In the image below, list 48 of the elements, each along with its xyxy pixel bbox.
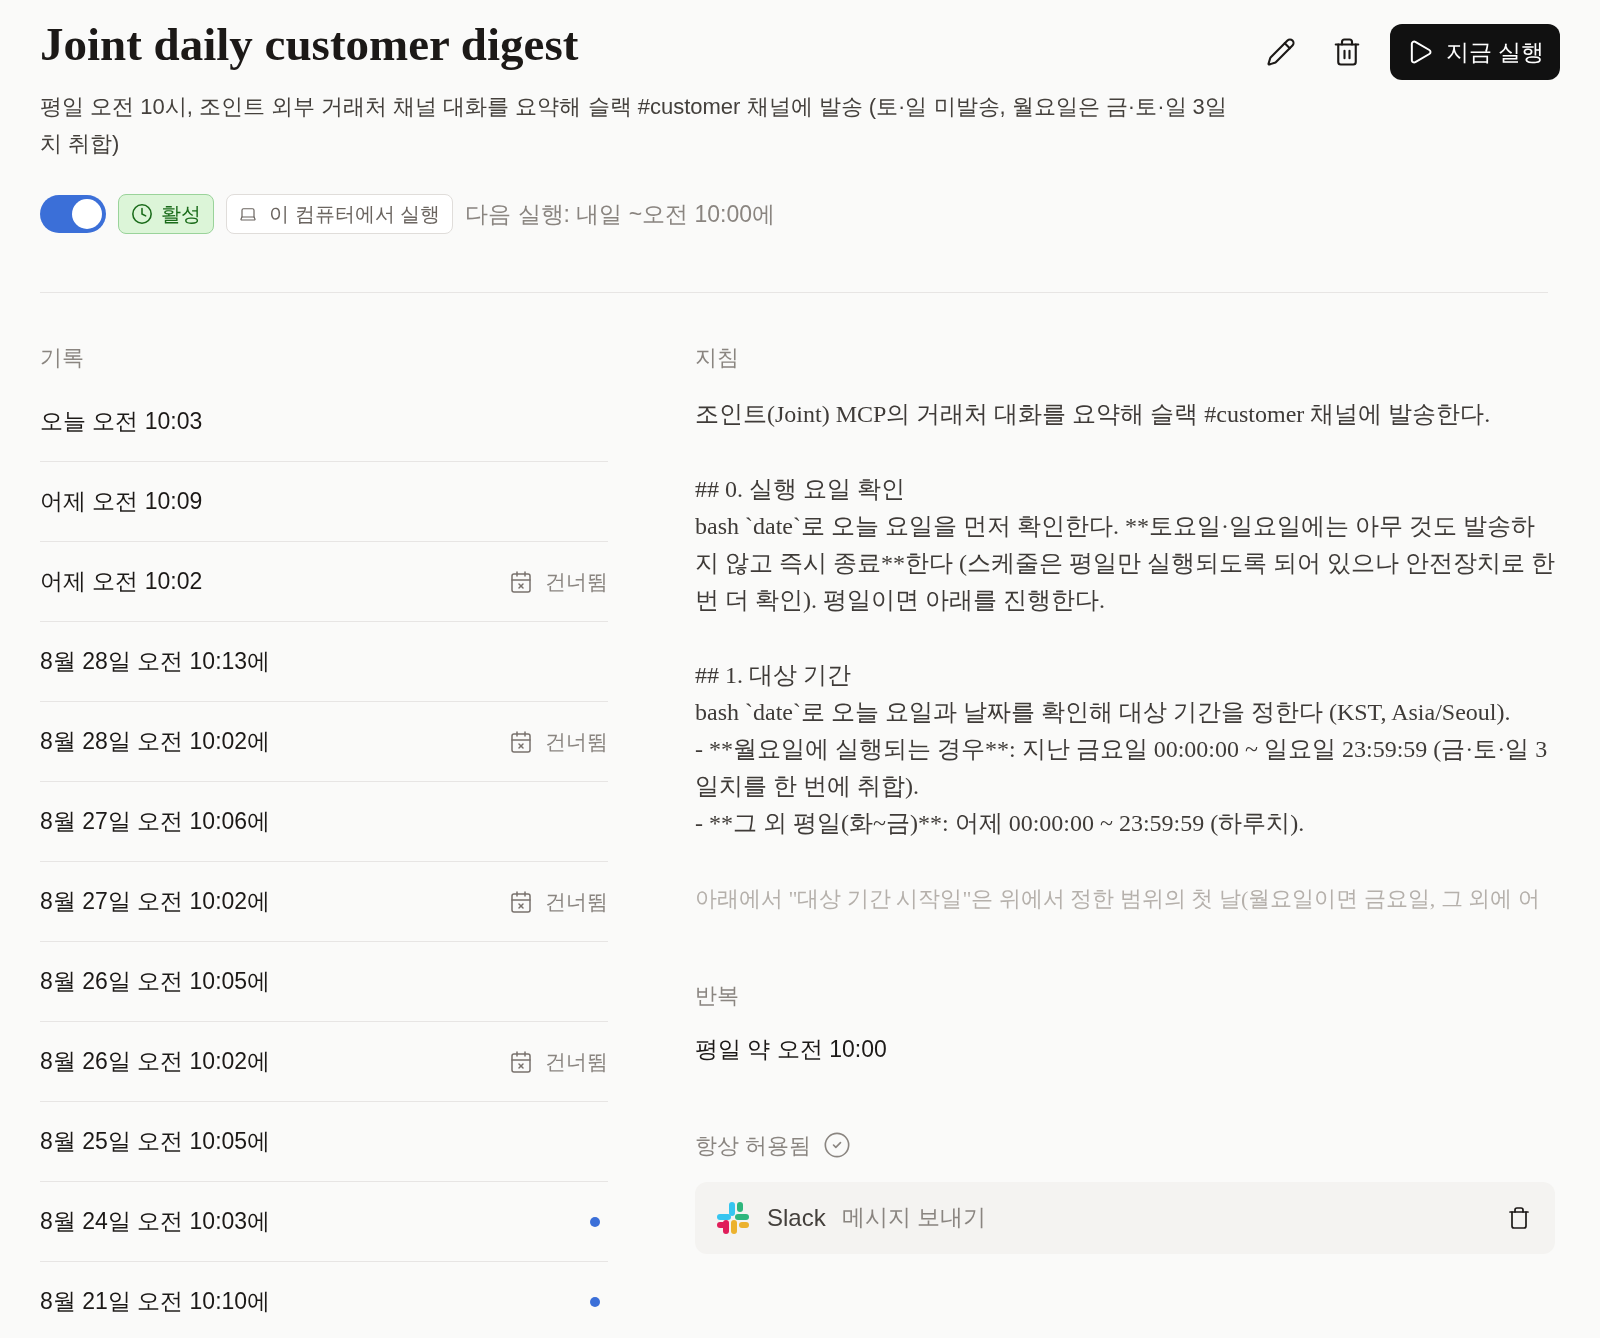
- instruction-line: bash `date`로 오늘 요일을 먼저 확인한다. **토요일·일요일에는 아무 것도 발송하지 않고 즉시 종료**한다 (스케줄은 평일만 실행되도록 되어 있으나 안전장치로 한 번 더 확인). 평일이면 아래를 진행한다.: [695, 512, 1555, 615]
- next-run-text: 다음 실행: 내일 ~오전 10:00에: [465, 199, 776, 229]
- run-time[interactable]: 8월 26일 오전 10:05에: [40, 964, 271, 999]
- run-time[interactable]: 오늘 오전 10:03: [40, 404, 203, 439]
- laptop-icon: [239, 205, 257, 223]
- run-time[interactable]: 8월 25일 오전 10:05에: [40, 1124, 271, 1159]
- repeat-value: 평일 약 오전 10:00: [695, 1035, 888, 1064]
- instruction-line: - **월요일에 실행되는 경우**: 지난 금요일 00:00:00 ~ 일요일 23:59:59 (금·토·일 3일치를 한 번에 취합).: [695, 735, 1549, 801]
- instruction-line: ## 0. 실행 요일 확인: [695, 475, 906, 504]
- status-badge: 활성: [118, 194, 214, 234]
- trash-icon: [1507, 1205, 1531, 1230]
- instruction-line: bash `date`로 오늘 요일과 날짜를 확인해 대상 기간을 정한다 (KST, Asia/Seoul).: [695, 698, 1512, 727]
- run-time[interactable]: 8월 24일 오전 10:03에: [40, 1204, 271, 1239]
- history-heading: 기록: [40, 344, 85, 372]
- repeat-heading: 반복: [695, 982, 740, 1010]
- app-name: Slack: [767, 1202, 826, 1233]
- instruction-line: - **그 외 평일(화~금)**: 어제 00:00:00 ~ 23:59:59 (하루치).: [695, 809, 1306, 838]
- skipped-calendar-icon: [509, 569, 533, 594]
- toggle-switch[interactable]: [40, 195, 106, 233]
- run-now-button[interactable]: 지금 실행: [1389, 24, 1560, 80]
- run-time[interactable]: 8월 27일 오전 10:06에: [40, 804, 271, 839]
- instruction-line: 조인트(Joint) MCP의 거래처 대화를 요약해 슬랙 #customer 채널에 발송한다.: [695, 400, 1492, 429]
- check-circle-icon: [823, 1131, 852, 1159]
- skipped-label: 건너뜀: [545, 568, 608, 595]
- location-button[interactable]: 이 컴퓨터에서 실행: [226, 194, 454, 234]
- skipped-label: 건너뜀: [545, 888, 608, 915]
- skipped-calendar-icon: [509, 729, 533, 754]
- instructions-heading: 지침: [695, 344, 740, 372]
- run-time[interactable]: 어제 오전 10:09: [40, 484, 203, 519]
- skipped-calendar-icon: [509, 889, 533, 914]
- skipped-label: 건너뜀: [545, 1048, 608, 1075]
- permission-action: 메시지 보내기: [841, 1203, 988, 1233]
- instruction-line: ## 1. 대상 기간: [695, 661, 852, 690]
- run-time[interactable]: 8월 28일 오전 10:02에: [40, 724, 271, 759]
- pencil-icon: [1265, 37, 1296, 67]
- always-allowed-heading: 항상 허용됨: [695, 1131, 812, 1160]
- run-time[interactable]: 8월 26일 오전 10:02에: [40, 1044, 271, 1079]
- skipped-label: 건너뜀: [545, 728, 608, 755]
- page-title: Joint daily customer digest: [40, 17, 580, 72]
- description: 평일 오전 10시, 조인트 외부 거래처 채널 대화를 요약해 슬랙 #customer 채널에 발송 (토·일 미발송, 월요일은 금·토·일 3일치 취합): [40, 93, 1228, 158]
- run-time[interactable]: 8월 28일 오전 10:13에: [40, 644, 271, 679]
- run-time[interactable]: 8월 27일 오전 10:02에: [40, 884, 271, 919]
- run-time[interactable]: 어제 오전 10:02: [40, 564, 203, 599]
- skipped-calendar-icon: [509, 1049, 533, 1074]
- clock-icon: [131, 203, 153, 225]
- slack-logo-icon: [715, 1199, 751, 1236]
- run-time[interactable]: 8월 21일 오전 10:10에: [40, 1284, 271, 1319]
- faded-instruction-line: 아래에서 "대상 기간 시작일"은 위에서 정한 범위의 첫 날(월요일이면 금요일, 그 외에 어: [695, 885, 1541, 913]
